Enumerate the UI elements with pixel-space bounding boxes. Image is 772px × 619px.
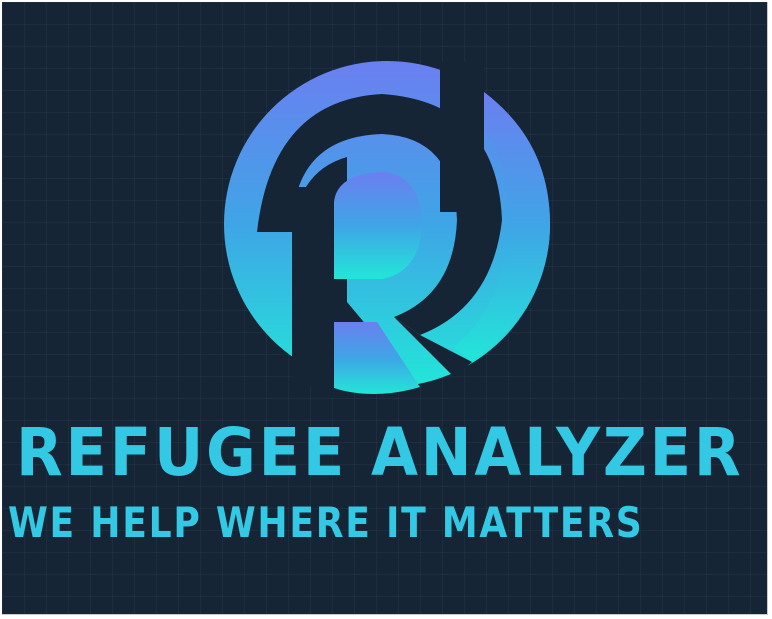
brand-title: REFUGEE ANALYZER <box>16 414 744 491</box>
logo-canvas: REFUGEE ANALYZER WE HELP WHERE IT MATTER… <box>2 2 768 615</box>
rd-circle-logo-icon <box>224 61 550 397</box>
brand-tagline: WE HELP WHERE IT MATTERS <box>8 498 644 547</box>
